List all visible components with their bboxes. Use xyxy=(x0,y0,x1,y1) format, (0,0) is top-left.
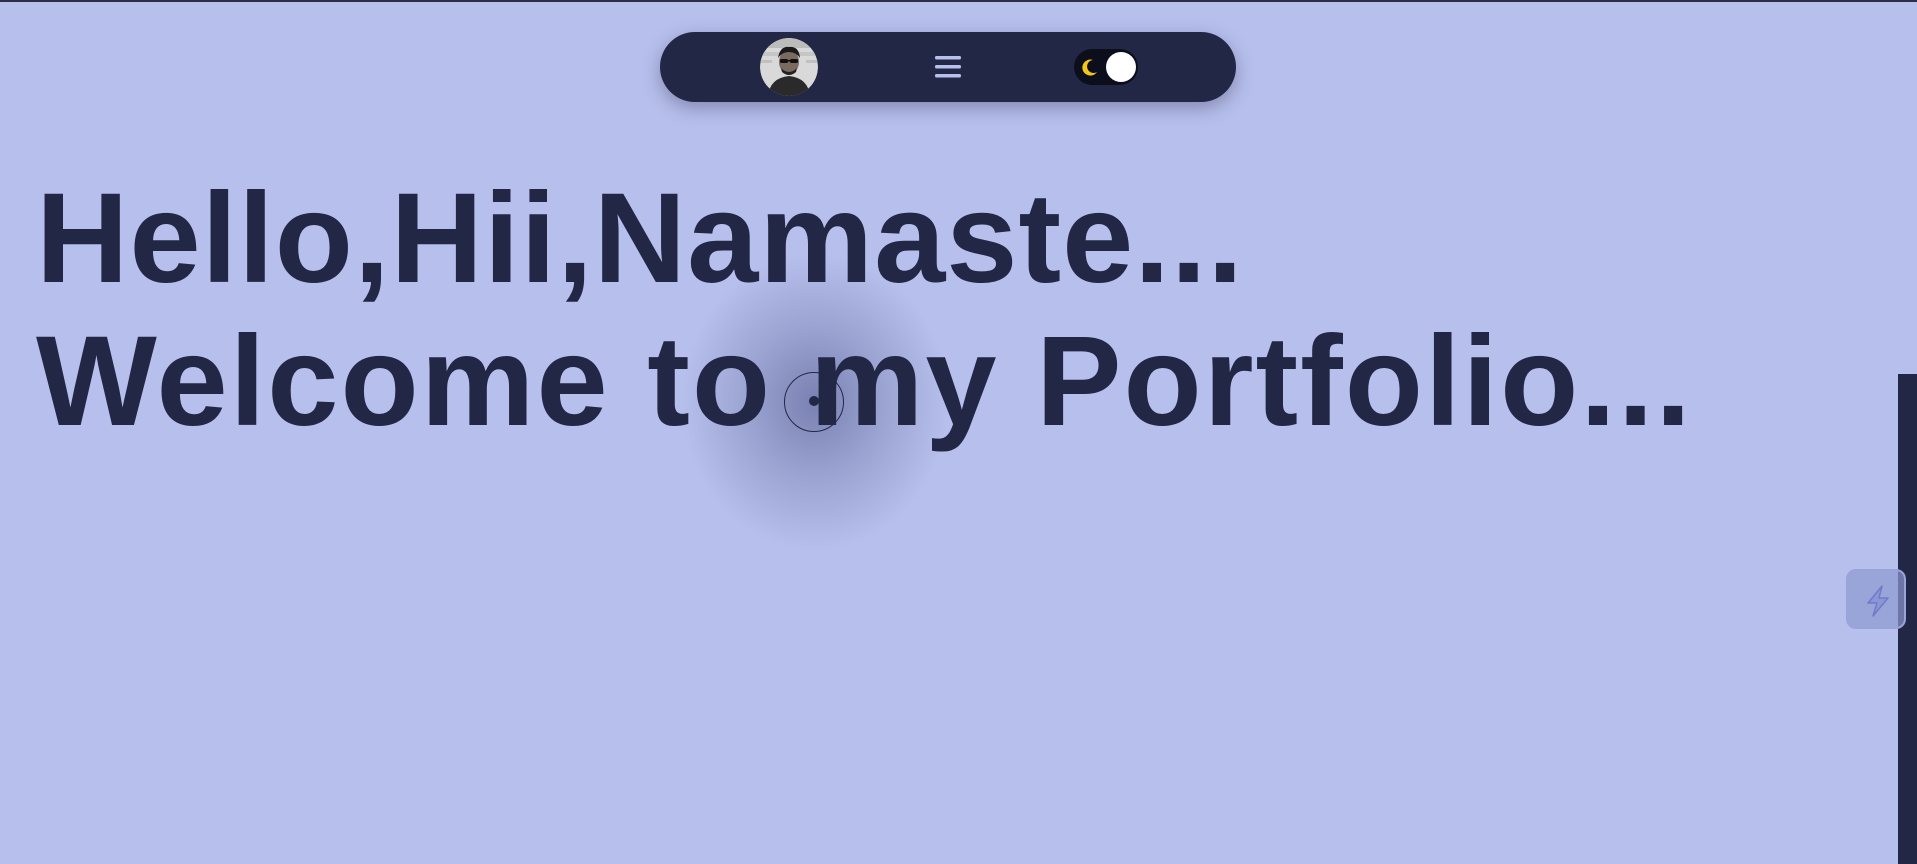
toggle-knob xyxy=(1106,52,1136,82)
avatar-image xyxy=(760,38,818,96)
theme-toggle-switch[interactable] xyxy=(1074,49,1138,85)
profile-avatar[interactable] xyxy=(760,38,818,96)
hamburger-menu-icon[interactable] xyxy=(931,52,965,82)
side-widget-button[interactable] xyxy=(1846,569,1906,629)
lightning-bolt-icon xyxy=(1867,585,1889,617)
moon-icon xyxy=(1080,57,1100,77)
hero-welcome: Welcome to my Portfolio... xyxy=(36,310,1693,453)
hero-heading: Hello,Hii,Namaste... Welcome to my Portf… xyxy=(36,167,1693,453)
top-navbar xyxy=(660,32,1236,102)
hero-greeting: Hello,Hii,Namaste... xyxy=(36,167,1244,310)
